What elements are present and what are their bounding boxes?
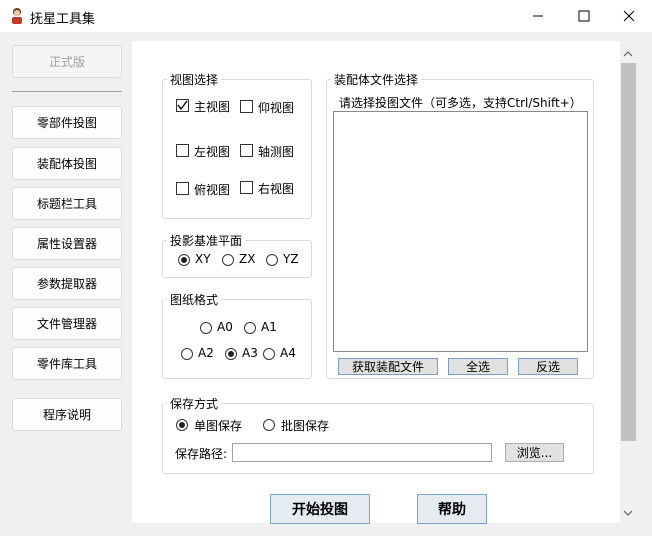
minimize-icon: [533, 15, 543, 17]
isometric-view-checkbox[interactable]: [240, 144, 253, 157]
view-select-title: 视图选择: [167, 71, 222, 88]
sidebar-item-assembly-projection[interactable]: 装配体投图: [12, 147, 122, 180]
paper-a2-radio[interactable]: [181, 348, 193, 360]
paper-a2-label: A2: [198, 346, 214, 360]
right-view-checkbox[interactable]: [240, 181, 253, 194]
main-view-checkbox[interactable]: [176, 99, 189, 112]
browse-button[interactable]: 浏览...: [505, 443, 564, 462]
right-view-label: 右视图: [258, 182, 295, 196]
top-view-label: 俯视图: [194, 183, 231, 197]
paper-a0-label: A0: [217, 320, 233, 334]
save-mode-title: 保存方式: [167, 395, 222, 412]
maximize-icon: [578, 10, 590, 22]
sidebar-item-file-manager[interactable]: 文件管理器: [12, 307, 122, 340]
get-assembly-files-button[interactable]: 获取装配文件: [338, 358, 438, 375]
single-save-radio[interactable]: [176, 419, 188, 431]
invert-selection-button[interactable]: 反选: [518, 358, 578, 375]
paper-format-title: 图纸格式: [167, 291, 222, 308]
minimize-button[interactable]: [515, 0, 561, 32]
top-view-checkbox[interactable]: [176, 182, 189, 195]
plane-zx-label: ZX: [239, 252, 256, 266]
close-icon: [623, 10, 635, 22]
help-button[interactable]: 帮助: [417, 494, 487, 524]
sidebar-item-title-block-tool[interactable]: 标题栏工具: [12, 187, 122, 220]
maximize-button[interactable]: [561, 0, 607, 32]
paper-a4-radio[interactable]: [263, 348, 275, 360]
bottom-view-checkbox[interactable]: [240, 100, 253, 113]
checkmark-icon: [177, 100, 188, 111]
paper-format-group: [162, 299, 312, 379]
plane-yz-radio[interactable]: [266, 254, 278, 266]
main-view-label: 主视图: [194, 100, 231, 114]
sidebar-divider: [12, 91, 122, 92]
single-save-label: 单图保存: [194, 419, 243, 433]
app-logo-icon: [12, 8, 22, 24]
plane-xy-radio[interactable]: [178, 254, 190, 266]
assembly-files-hint: 请选择投图文件（可多选，支持Ctrl/Shift+）: [339, 96, 582, 110]
sidebar-item-parameter-extractor[interactable]: 参数提取器: [12, 267, 122, 300]
bottom-view-label: 仰视图: [258, 101, 295, 115]
save-mode-group: [162, 403, 594, 474]
paper-a3-label: A3: [242, 346, 258, 360]
paper-a1-label: A1: [261, 320, 277, 334]
select-all-button[interactable]: 全选: [448, 358, 508, 375]
isometric-view-label: 轴测图: [258, 145, 295, 159]
edition-button: 正式版: [12, 45, 122, 78]
projection-plane-title: 投影基准平面: [167, 232, 246, 249]
start-projection-button[interactable]: 开始投图: [270, 494, 370, 524]
scrollbar-thumb[interactable]: [621, 63, 636, 441]
plane-yz-label: YZ: [283, 252, 299, 266]
assembly-file-list[interactable]: [333, 111, 588, 352]
plane-zx-radio[interactable]: [222, 254, 234, 266]
sidebar-item-property-setter[interactable]: 属性设置器: [12, 227, 122, 260]
close-button[interactable]: [606, 0, 652, 32]
program-help-button[interactable]: 程序说明: [12, 398, 122, 431]
batch-save-radio[interactable]: [263, 419, 275, 431]
assembly-files-title: 装配体文件选择: [331, 71, 422, 88]
paper-a1-radio[interactable]: [244, 322, 256, 334]
paper-a0-radio[interactable]: [200, 322, 212, 334]
plane-xy-label: XY: [195, 252, 211, 266]
left-view-checkbox[interactable]: [176, 144, 189, 157]
scroll-up-icon[interactable]: [623, 47, 633, 61]
paper-a4-label: A4: [280, 346, 296, 360]
window-title: 抚星工具集: [30, 12, 96, 27]
scroll-down-icon[interactable]: [623, 506, 633, 520]
sidebar-item-part-library[interactable]: 零件库工具: [12, 347, 122, 380]
sidebar-item-part-projection[interactable]: 零部件投图: [12, 106, 122, 139]
save-path-input[interactable]: [232, 443, 492, 462]
paper-a3-radio[interactable]: [225, 348, 237, 360]
save-path-label: 保存路径:: [175, 447, 228, 461]
left-view-label: 左视图: [194, 145, 231, 159]
batch-save-label: 批图保存: [281, 419, 330, 433]
